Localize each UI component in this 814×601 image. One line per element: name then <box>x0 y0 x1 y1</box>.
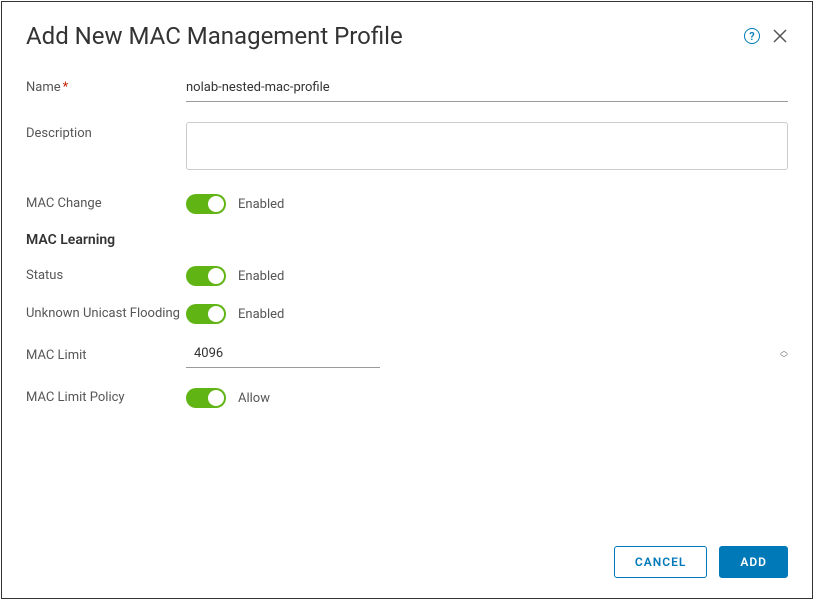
mac-limit-policy-label: MAC Limit Policy <box>26 390 186 407</box>
dialog-container: Add New MAC Management Profile ? Name* D… <box>1 1 813 599</box>
description-row: Description <box>26 122 788 174</box>
status-control: Enabled <box>186 266 284 286</box>
dialog-title: Add New MAC Management Profile <box>26 22 744 50</box>
stepper-down-icon[interactable]: ﹀ <box>780 355 788 363</box>
name-input[interactable] <box>186 76 788 102</box>
description-label: Description <box>26 122 186 141</box>
stepper-icon[interactable]: ︿ ﹀ <box>780 342 788 368</box>
description-control <box>186 122 788 174</box>
mac-learning-heading: MAC Learning <box>26 232 788 248</box>
mac-limit-input[interactable] <box>186 342 380 368</box>
required-asterisk: * <box>63 80 69 95</box>
add-button[interactable]: ADD <box>719 546 788 578</box>
mac-change-control: Enabled <box>186 194 284 214</box>
mac-change-label: MAC Change <box>26 196 186 213</box>
dialog-footer: CANCEL ADD <box>2 528 812 598</box>
help-icon[interactable]: ? <box>744 28 760 44</box>
unknown-unicast-toggle[interactable] <box>186 304 226 324</box>
name-label: Name* <box>26 76 186 95</box>
mac-limit-policy-row: MAC Limit Policy Allow <box>26 388 788 408</box>
status-toggle[interactable] <box>186 266 226 286</box>
header-controls: ? <box>744 28 788 44</box>
unknown-unicast-row: Unknown Unicast Flooding Enabled <box>26 304 788 324</box>
unknown-unicast-label: Unknown Unicast Flooding <box>26 306 186 323</box>
mac-change-status: Enabled <box>238 197 284 212</box>
status-label: Status <box>26 268 186 285</box>
mac-limit-policy-toggle[interactable] <box>186 388 226 408</box>
unknown-unicast-control: Enabled <box>186 304 284 324</box>
description-input[interactable] <box>186 122 788 170</box>
mac-limit-label: MAC Limit <box>26 348 186 363</box>
cancel-button[interactable]: CANCEL <box>614 546 707 578</box>
dialog-header: Add New MAC Management Profile ? <box>2 2 812 68</box>
unknown-unicast-value: Enabled <box>238 307 284 322</box>
name-control <box>186 76 788 102</box>
status-row: Status Enabled <box>26 266 788 286</box>
mac-limit-wrapper: ︿ ﹀ <box>186 342 788 368</box>
mac-change-toggle[interactable] <box>186 194 226 214</box>
dialog-body: Name* Description MAC Change Enabled MAC… <box>2 68 812 528</box>
name-label-text: Name <box>26 80 61 95</box>
mac-limit-policy-value: Allow <box>238 391 270 406</box>
name-row: Name* <box>26 76 788 102</box>
close-icon[interactable] <box>772 28 788 44</box>
mac-limit-policy-control: Allow <box>186 388 270 408</box>
mac-limit-row: MAC Limit ︿ ﹀ <box>26 342 788 368</box>
mac-change-row: MAC Change Enabled <box>26 194 788 214</box>
status-value: Enabled <box>238 269 284 284</box>
